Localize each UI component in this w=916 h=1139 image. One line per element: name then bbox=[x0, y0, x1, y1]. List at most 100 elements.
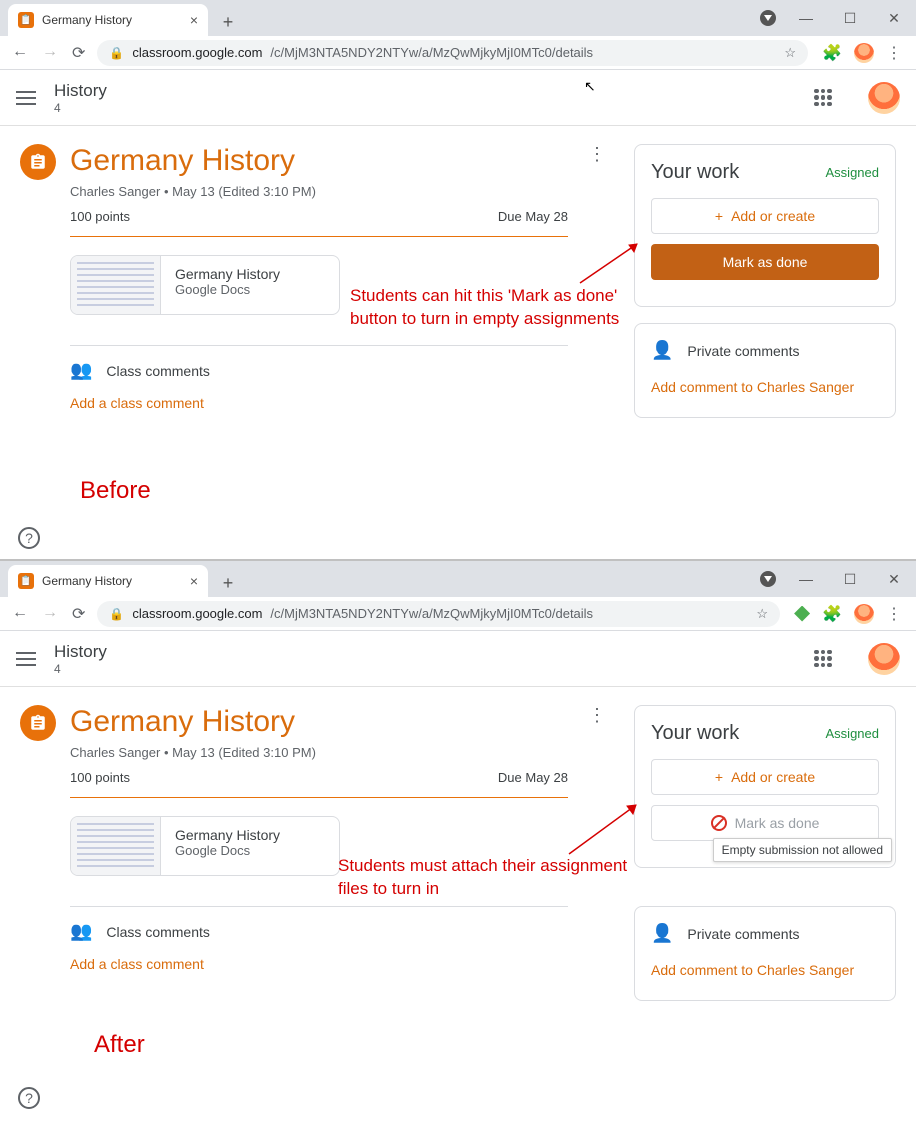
url-domain: classroom.google.com bbox=[132, 45, 262, 60]
classroom-favicon-icon: 📋 bbox=[18, 12, 34, 28]
attachment-type: Google Docs bbox=[175, 282, 280, 297]
nav-reload-icon[interactable]: ⟳ bbox=[72, 604, 85, 624]
extensions-icon[interactable]: 🧩 bbox=[822, 43, 842, 63]
browser-toolbar: ← → ⟳ 🔒 classroom.google.com/c/MjM3NTA5N… bbox=[0, 36, 916, 70]
url-path: /c/MjM3NTA5NDY2NTYw/a/MzQwMjkyMjI0MTc0/d… bbox=[270, 45, 593, 60]
window-close-icon[interactable]: ✕ bbox=[872, 0, 916, 36]
tab-close-icon[interactable]: × bbox=[190, 12, 198, 28]
add-class-comment-link[interactable]: Add a class comment bbox=[70, 389, 568, 417]
private-comments-label: Private comments bbox=[687, 343, 799, 359]
mark-as-done-button[interactable]: Mark as done bbox=[651, 244, 879, 280]
your-work-title: Your work bbox=[651, 722, 739, 745]
assignment-icon bbox=[20, 705, 56, 741]
window-controls: — ☐ ✕ bbox=[784, 0, 916, 36]
private-comments-card: 👤 Private comments Add comment to Charle… bbox=[634, 323, 896, 418]
new-tab-button[interactable]: + bbox=[214, 8, 242, 36]
annotation-after: Students must attach their assignment fi… bbox=[338, 855, 627, 901]
browser-profile-avatar[interactable] bbox=[854, 43, 874, 63]
window-minimize-icon[interactable]: — bbox=[784, 561, 828, 597]
browser-menu-icon[interactable]: ⋮ bbox=[886, 43, 902, 63]
tab-title: Germany History bbox=[42, 13, 132, 27]
profile-indicator-icon[interactable] bbox=[760, 10, 776, 26]
prohibit-icon bbox=[711, 815, 727, 831]
assignment-status: Assigned bbox=[826, 726, 879, 741]
window-maximize-icon[interactable]: ☐ bbox=[828, 0, 872, 36]
assignment-title: Germany History bbox=[70, 144, 568, 178]
due-date: Due May 28 bbox=[498, 209, 568, 224]
browser-toolbar: ← → ⟳ 🔒 classroom.google.com/c/MjM3NTA5N… bbox=[0, 597, 916, 631]
attachment-card[interactable]: Germany History Google Docs bbox=[70, 255, 340, 315]
browser-tab[interactable]: 📋 Germany History × bbox=[8, 565, 208, 597]
window-minimize-icon[interactable]: — bbox=[784, 0, 828, 36]
tab-close-icon[interactable]: × bbox=[190, 573, 198, 589]
assignment-title: Germany History bbox=[70, 705, 568, 739]
classroom-header: History 4 bbox=[0, 631, 916, 687]
browser-tabstrip: 📋 Germany History × + — ☐ ✕ bbox=[0, 561, 916, 597]
people-icon: 👥 bbox=[70, 360, 92, 381]
annotation-before: Students can hit this 'Mark as done' but… bbox=[350, 285, 619, 331]
url-path: /c/MjM3NTA5NDY2NTYw/a/MzQwMjkyMjI0MTc0/d… bbox=[270, 606, 593, 621]
bookmark-star-icon[interactable]: ☆ bbox=[784, 45, 796, 61]
google-apps-icon[interactable] bbox=[814, 89, 832, 107]
class-breadcrumb[interactable]: History 4 bbox=[54, 81, 107, 115]
extensions-icon[interactable]: 🧩 bbox=[822, 604, 842, 624]
attachment-card[interactable]: Germany History Google Docs bbox=[70, 816, 340, 876]
profile-indicator-icon[interactable] bbox=[760, 571, 776, 587]
your-work-title: Your work bbox=[651, 161, 739, 184]
class-section: 4 bbox=[54, 662, 107, 676]
lock-icon: 🔒 bbox=[109, 607, 124, 621]
nav-back-icon[interactable]: ← bbox=[12, 43, 28, 63]
nav-reload-icon[interactable]: ⟳ bbox=[72, 43, 85, 63]
assignment-more-icon[interactable]: ⋮ bbox=[582, 705, 612, 726]
attachment-thumbnail bbox=[71, 256, 161, 314]
window-maximize-icon[interactable]: ☐ bbox=[828, 561, 872, 597]
people-icon: 👥 bbox=[70, 921, 92, 942]
stage-label-after: After bbox=[14, 1001, 145, 1089]
address-bar[interactable]: 🔒 classroom.google.com/c/MjM3NTA5NDY2NTY… bbox=[97, 40, 808, 66]
extension-leaf-icon[interactable] bbox=[794, 606, 810, 622]
add-private-comment-link[interactable]: Add comment to Charles Sanger bbox=[651, 373, 879, 401]
browser-tab[interactable]: 📋 Germany History × bbox=[8, 4, 208, 36]
class-name: History bbox=[54, 81, 107, 101]
add-class-comment-link[interactable]: Add a class comment bbox=[70, 950, 568, 978]
private-comments-label: Private comments bbox=[687, 926, 799, 942]
nav-forward-icon: → bbox=[42, 43, 58, 63]
class-breadcrumb[interactable]: History 4 bbox=[54, 642, 107, 676]
bookmark-star-icon[interactable]: ☆ bbox=[756, 606, 768, 622]
class-comments-label: Class comments bbox=[106, 363, 209, 379]
nav-back-icon[interactable]: ← bbox=[12, 604, 28, 624]
person-icon: 👤 bbox=[651, 923, 673, 944]
main-menu-icon[interactable] bbox=[16, 91, 36, 105]
assignment-more-icon[interactable]: ⋮ bbox=[582, 144, 612, 165]
classroom-header: History 4 bbox=[0, 70, 916, 126]
browser-profile-avatar[interactable] bbox=[854, 604, 874, 624]
account-avatar[interactable] bbox=[868, 82, 900, 114]
class-section: 4 bbox=[54, 101, 107, 115]
plus-icon: + bbox=[715, 769, 723, 785]
stage-label-before: Before bbox=[0, 447, 151, 535]
address-bar[interactable]: 🔒 classroom.google.com/c/MjM3NTA5NDY2NTY… bbox=[97, 601, 780, 627]
add-private-comment-link[interactable]: Add comment to Charles Sanger bbox=[651, 956, 879, 984]
add-or-create-button[interactable]: + Add or create bbox=[651, 198, 879, 234]
new-tab-button[interactable]: + bbox=[214, 569, 242, 597]
account-avatar[interactable] bbox=[868, 643, 900, 675]
main-menu-icon[interactable] bbox=[16, 652, 36, 666]
tooltip-empty-submission: Empty submission not allowed bbox=[713, 838, 892, 862]
private-comments-card: 👤 Private comments Add comment to Charle… bbox=[634, 906, 896, 1001]
browser-menu-icon[interactable]: ⋮ bbox=[886, 604, 902, 624]
points-label: 100 points bbox=[70, 770, 130, 785]
tab-title: Germany History bbox=[42, 574, 132, 588]
window-close-icon[interactable]: ✕ bbox=[872, 561, 916, 597]
window-controls: — ☐ ✕ bbox=[784, 561, 916, 597]
attachment-type: Google Docs bbox=[175, 843, 280, 858]
add-or-create-button[interactable]: + Add or create bbox=[651, 759, 879, 795]
assignment-status: Assigned bbox=[826, 165, 879, 180]
google-apps-icon[interactable] bbox=[814, 650, 832, 668]
help-icon[interactable]: ? bbox=[18, 527, 40, 549]
assignment-meta: Charles Sanger • May 13 (Edited 3:10 PM) bbox=[70, 745, 568, 760]
help-icon[interactable]: ? bbox=[18, 1087, 40, 1109]
mark-as-done-button-disabled[interactable]: Mark as done bbox=[651, 805, 879, 841]
points-label: 100 points bbox=[70, 209, 130, 224]
browser-tabstrip: 📋 Germany History × + — ☐ ✕ bbox=[0, 0, 916, 36]
plus-icon: + bbox=[715, 208, 723, 224]
